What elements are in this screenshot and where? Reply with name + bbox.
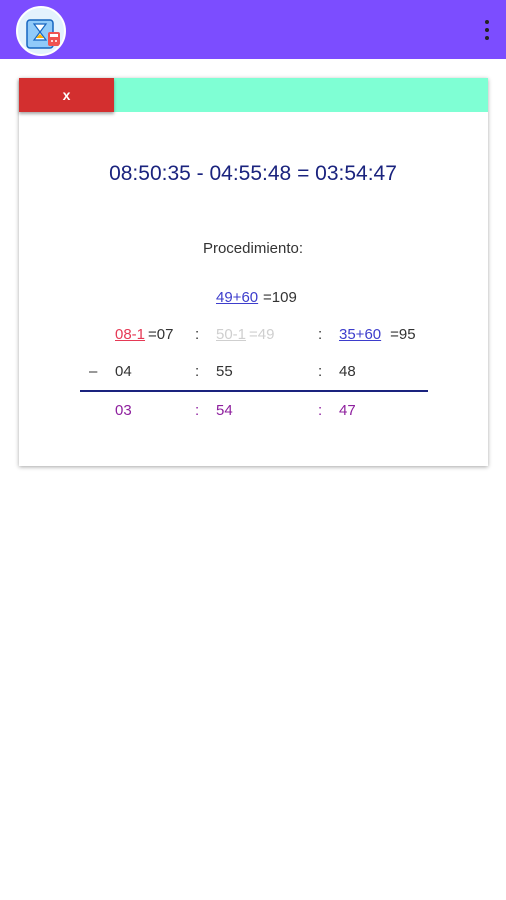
carry-seconds-expr: 49+60	[216, 289, 259, 306]
separator: :	[318, 402, 323, 419]
borrow-minutes-result: =49	[249, 326, 275, 343]
procedure-title: Procedimiento:	[202, 240, 304, 257]
minus-sign: –	[89, 363, 98, 380]
difference-seconds: 47	[339, 402, 356, 419]
close-button[interactable]: x	[19, 78, 114, 112]
subtrahend-minutes: 55	[216, 363, 233, 380]
borrow-seconds-result: =95	[386, 326, 416, 343]
result-dialog: x	[19, 78, 488, 466]
borrow-hours-expr: 08-1	[115, 326, 146, 343]
app-bar	[0, 0, 506, 59]
difference-hours: 03	[115, 402, 132, 419]
subtrahend-hours: 04	[115, 363, 132, 380]
separator: :	[195, 326, 200, 343]
difference-minutes: 54	[216, 402, 233, 419]
borrow-hours-result: =07	[148, 326, 174, 343]
carry-seconds-result: =109	[263, 289, 297, 306]
subtrahend-seconds: 48	[339, 363, 356, 380]
borrow-seconds-expr: 35+60	[339, 326, 382, 343]
separator: :	[318, 363, 323, 380]
borrow-minutes-expr: 50-1	[216, 326, 247, 343]
more-vert-icon[interactable]	[482, 18, 492, 42]
separator: :	[195, 402, 200, 419]
hourglass-calculator-icon[interactable]	[16, 6, 66, 56]
separator: :	[195, 363, 200, 380]
result-equation: 08:50:35 - 04:55:48 = 03:54:47	[109, 162, 397, 185]
subtraction-line	[80, 390, 428, 392]
separator: :	[318, 326, 323, 343]
